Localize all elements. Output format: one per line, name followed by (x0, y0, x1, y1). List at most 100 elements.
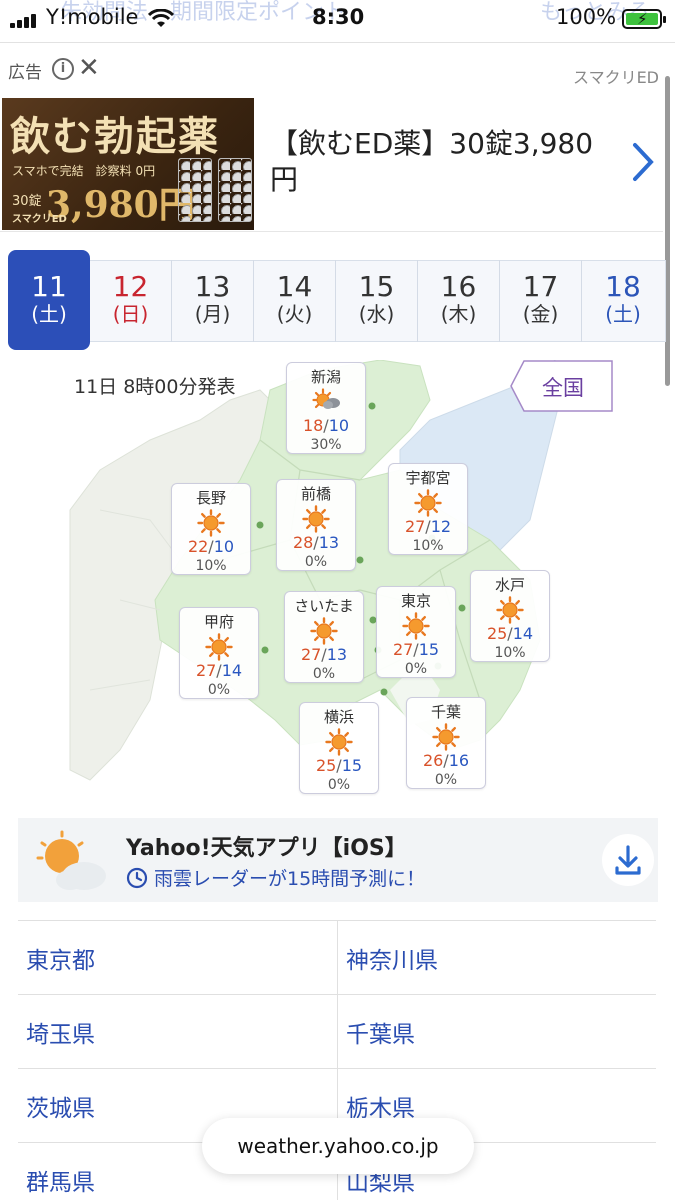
high-temp: 18 (302, 416, 324, 435)
high-temp: 25 (486, 624, 508, 643)
prefecture-name: 埼玉県 (26, 1022, 95, 1048)
city-card[interactable]: 長野 22/10 10% (171, 483, 251, 575)
city-name: 甲府 (203, 613, 234, 631)
city-temps: 27/15 (377, 640, 455, 660)
pill-pack-image (174, 158, 254, 222)
prefecture-link[interactable]: 埼玉県 (18, 994, 337, 1068)
city-card[interactable]: 前橋 28/13 0% (276, 479, 356, 571)
status-time: 8:30 (312, 5, 365, 29)
ad-headline[interactable]: 【飲むED薬】30錠3,980円 (270, 126, 620, 198)
high-temp: 27 (404, 517, 426, 536)
date-tab-15[interactable]: 15 (水) (336, 260, 418, 342)
low-temp: 15 (418, 640, 440, 659)
date-day: 13 (194, 270, 231, 303)
date-weekday: (火) (276, 302, 313, 326)
precip-chance: 0% (312, 666, 336, 682)
low-temp: 13 (318, 533, 340, 552)
signal-icon (10, 14, 40, 28)
app-promo-subtitle: 雨雲レーダーが15時間予測に！ (126, 864, 425, 891)
city-name: 長野 (195, 489, 226, 507)
city-card[interactable]: 水戸 25/14 10% (470, 570, 550, 662)
forecast-issued-time: 11日 8時00分発表 (74, 376, 236, 398)
city-temps: 25/15 (300, 756, 378, 776)
download-button[interactable] (602, 834, 654, 886)
chevron-right-icon[interactable] (630, 142, 656, 182)
sun-icon (432, 723, 460, 751)
city-card[interactable]: 横浜 25/15 0% (299, 702, 379, 794)
date-day: 16 (440, 270, 477, 303)
city-card[interactable]: 宇都宮 27/12 10% (388, 463, 468, 555)
ad-info-icon[interactable]: i (52, 58, 74, 80)
precip-chance: 10% (412, 538, 444, 554)
ad-sponsor: スマクリED (573, 68, 659, 87)
date-weekday: (木) (440, 302, 477, 326)
date-tab-16[interactable]: 16 (木) (418, 260, 500, 342)
low-temp: 10 (328, 416, 350, 435)
battery-icon: ⚡ (622, 9, 666, 29)
sun-cloud-icon (36, 830, 106, 890)
high-temp: 28 (292, 533, 314, 552)
precip-chance: 10% (195, 558, 227, 574)
low-temp: 16 (448, 751, 470, 770)
sun-icon (325, 728, 353, 756)
city-card[interactable]: さいたま 27/13 0% (284, 591, 364, 683)
date-tab-12[interactable]: 12 (日) (90, 260, 172, 342)
date-weekday: (土) (31, 302, 67, 326)
ad-banner[interactable]: 飲む勃起薬 スマホで完結 診察料 0円 30錠 3,980円 スマクリED 【飲… (0, 96, 663, 232)
download-icon (615, 845, 641, 875)
url-bar[interactable]: weather.yahoo.co.jp (202, 1118, 474, 1174)
high-temp: 22 (187, 537, 209, 556)
ad-close-icon[interactable]: ✕ (78, 54, 100, 82)
city-card[interactable]: 東京 27/15 0% (376, 586, 456, 678)
date-tab-18[interactable]: 18 (土) (582, 260, 664, 342)
city-name: さいたま (294, 597, 354, 615)
app-promo-title: Yahoo!天気アプリ【iOS】 (126, 836, 407, 861)
prefecture-link[interactable]: 千葉県 (337, 994, 656, 1068)
high-temp: 27 (195, 661, 217, 680)
date-day: 17 (522, 270, 559, 303)
wifi-icon (148, 9, 174, 27)
precip-chance: 0% (404, 661, 428, 677)
low-temp: 14 (221, 661, 243, 680)
date-weekday: (水) (358, 302, 395, 326)
ad-label: 広告 (8, 63, 42, 83)
date-weekday: (土) (605, 302, 641, 326)
nationwide-button-label: 全国 (542, 376, 584, 400)
status-bar: 朱効問法 期間限定ポイント もっとみる Y!mobile 8:30 100% ⚡ (0, 0, 675, 40)
date-tab-13[interactable]: 13 (月) (172, 260, 254, 342)
date-day: 14 (276, 270, 313, 303)
prefecture-name: 群馬県 (26, 1170, 95, 1196)
precip-chance: 0% (434, 772, 458, 788)
city-name: 前橋 (300, 485, 331, 503)
date-day: 18 (605, 270, 641, 303)
date-tab-11[interactable]: 11 (土) (8, 250, 90, 350)
city-name: 宇都宮 (405, 469, 451, 487)
sun-cloud-icon (312, 388, 340, 409)
app-promo-banner[interactable]: Yahoo!天気アプリ【iOS】 雨雲レーダーが15時間予測に！ (18, 818, 658, 902)
ad-image[interactable]: 飲む勃起薬 スマホで完結 診察料 0円 30錠 3,980円 スマクリED (2, 98, 254, 230)
prefecture-link[interactable]: 東京都 (18, 920, 337, 994)
date-tab-14[interactable]: 14 (火) (254, 260, 336, 342)
date-day: 15 (358, 270, 395, 303)
city-temps: 27/14 (180, 661, 258, 681)
low-temp: 10 (213, 537, 235, 556)
city-name: 水戸 (494, 576, 525, 594)
precip-chance: 0% (304, 554, 328, 570)
ad-image-count: 30錠 (12, 194, 42, 209)
city-card[interactable]: 千葉 26/16 0% (406, 697, 486, 789)
carrier-name: Y!mobile (46, 5, 139, 29)
precip-chance: 10% (494, 645, 526, 661)
nationwide-button[interactable]: 全国 (510, 360, 613, 412)
city-temps: 26/16 (407, 751, 485, 771)
prefecture-link[interactable]: 神奈川県 (337, 920, 656, 994)
date-tab-17[interactable]: 17 (金) (500, 260, 582, 342)
divider (0, 42, 675, 43)
date-day: 11 (31, 270, 67, 303)
prefecture-name: 茨城県 (26, 1096, 95, 1122)
clock-icon (126, 867, 148, 889)
city-card[interactable]: 甲府 27/14 0% (179, 607, 259, 699)
low-temp: 15 (341, 756, 363, 775)
city-name: 横浜 (323, 708, 354, 726)
city-card[interactable]: 新潟 18/10 30% (286, 362, 366, 454)
low-temp: 13 (326, 645, 348, 664)
